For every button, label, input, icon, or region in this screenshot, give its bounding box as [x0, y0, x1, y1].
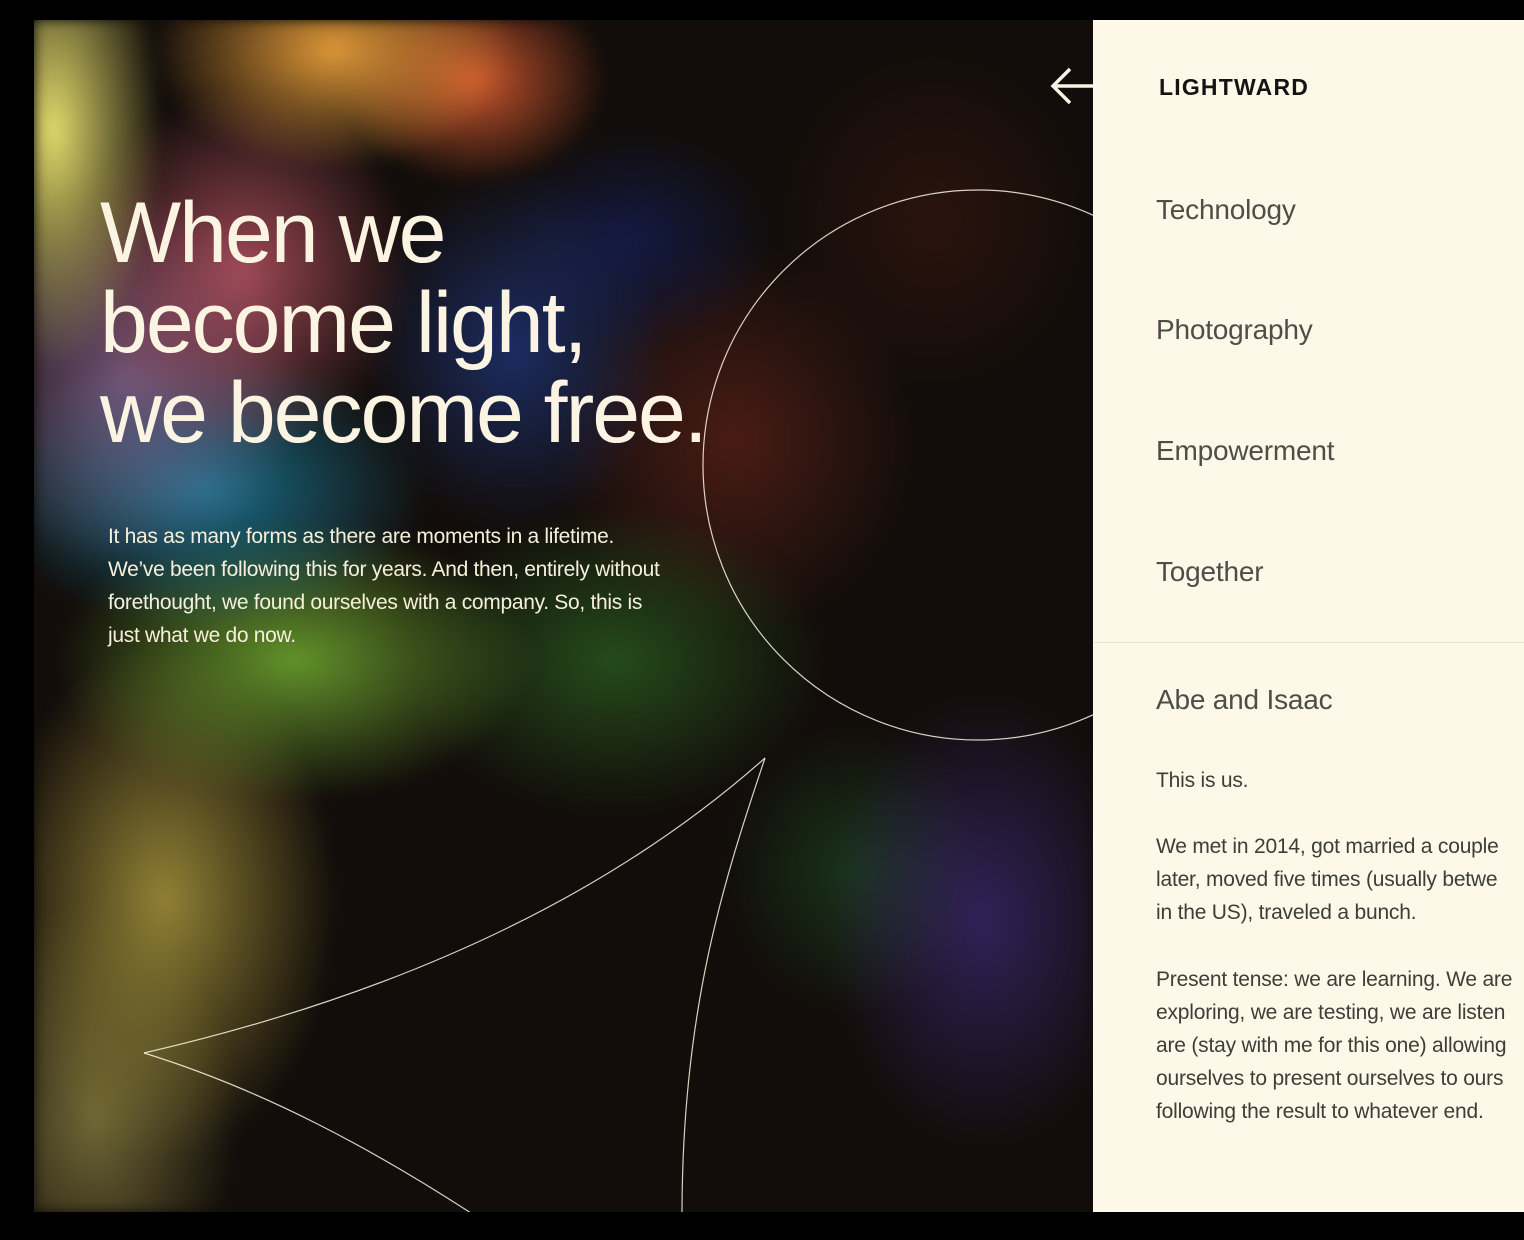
intro-line: just what we do now.	[108, 624, 296, 647]
section-divider	[1093, 642, 1524, 643]
paragraph-line: ourselves to present ourselves to ours	[1156, 1067, 1504, 1090]
decorative-circle	[702, 189, 1093, 741]
hero-intro-text: It has as many forms as there are moment…	[108, 520, 728, 652]
headline-line: become light,	[100, 275, 588, 371]
nav-item-technology[interactable]: Technology	[1156, 194, 1296, 226]
back-button[interactable]	[1050, 64, 1098, 108]
page-frame: When we become light, we become free. It…	[34, 20, 1524, 1212]
about-section-title: Abe and Isaac	[1156, 684, 1333, 715]
hero-section: When we become light, we become free. It…	[34, 20, 1093, 1212]
nav-item-together[interactable]: Together	[1156, 556, 1264, 588]
arrow-left-icon	[1050, 67, 1096, 105]
paragraph-line: in the US), traveled a bunch.	[1156, 901, 1417, 924]
about-paragraph: Present tense: we are learning. We are e…	[1156, 963, 1512, 1128]
brand-logo[interactable]: LIGHTWARD	[1159, 74, 1309, 101]
headline-line: we become free.	[100, 365, 708, 461]
intro-line: We’ve been following this for years. And…	[108, 558, 660, 581]
about-paragraph: We met in 2014, got married a couple lat…	[1156, 830, 1499, 929]
intro-line: forethought, we found ourselves with a c…	[108, 591, 643, 614]
paragraph-line: We met in 2014, got married a couple	[1156, 835, 1499, 858]
decorative-arc-right	[681, 757, 766, 1212]
hero-headline: When we become light, we become free.	[100, 185, 708, 461]
decorative-arc-lower	[143, 1052, 471, 1212]
side-menu-panel: LIGHTWARD Technology Photography Empower…	[1093, 20, 1524, 1212]
paragraph-line: are (stay with me for this one) allowing	[1156, 1034, 1507, 1057]
paragraph-line: This is us.	[1156, 769, 1249, 792]
paragraph-line: Present tense: we are learning. We are	[1156, 968, 1513, 991]
paragraph-line: exploring, we are testing, we are listen	[1156, 1001, 1506, 1024]
about-paragraph: This is us.	[1156, 764, 1249, 797]
nav-item-photography[interactable]: Photography	[1156, 314, 1313, 346]
decorative-arc-upper	[143, 757, 766, 1054]
intro-line: It has as many forms as there are moment…	[108, 525, 615, 548]
paragraph-line: later, moved five times (usually betwe	[1156, 868, 1498, 891]
headline-line: When we	[100, 185, 446, 281]
nav-item-empowerment[interactable]: Empowerment	[1156, 435, 1335, 467]
paragraph-line: following the result to whatever end.	[1156, 1100, 1484, 1123]
